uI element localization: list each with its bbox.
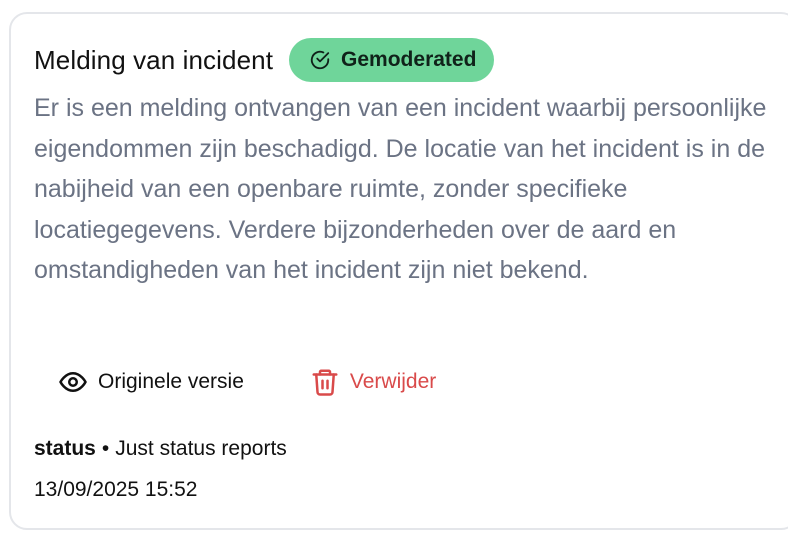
delete-button[interactable]: Verwijder [310,367,436,397]
card-title: Melding van incident [34,45,274,75]
original-version-button[interactable]: Originele versie [58,367,244,397]
incident-description: Er is een melding ontvangen van een inci… [34,94,767,284]
card-actions: Originele versie Verwijder [58,362,436,402]
badge-label: Gemoderated [341,48,477,71]
check-circle-icon [309,49,331,71]
card-header: Melding van incident Gemoderated [34,38,495,82]
trash-icon [310,367,340,397]
original-version-label: Originele versie [98,370,244,393]
meta-row: status • Just status reports [34,433,287,465]
delete-label: Verwijder [349,370,437,393]
eye-icon [58,367,88,397]
moderated-badge: Gemoderated [289,38,495,82]
timestamp: 13/09/2025 15:52 [34,478,198,501]
meta-category: Just status reports [115,437,287,460]
meta-separator: • [101,437,110,460]
meta-type: status [34,437,96,460]
